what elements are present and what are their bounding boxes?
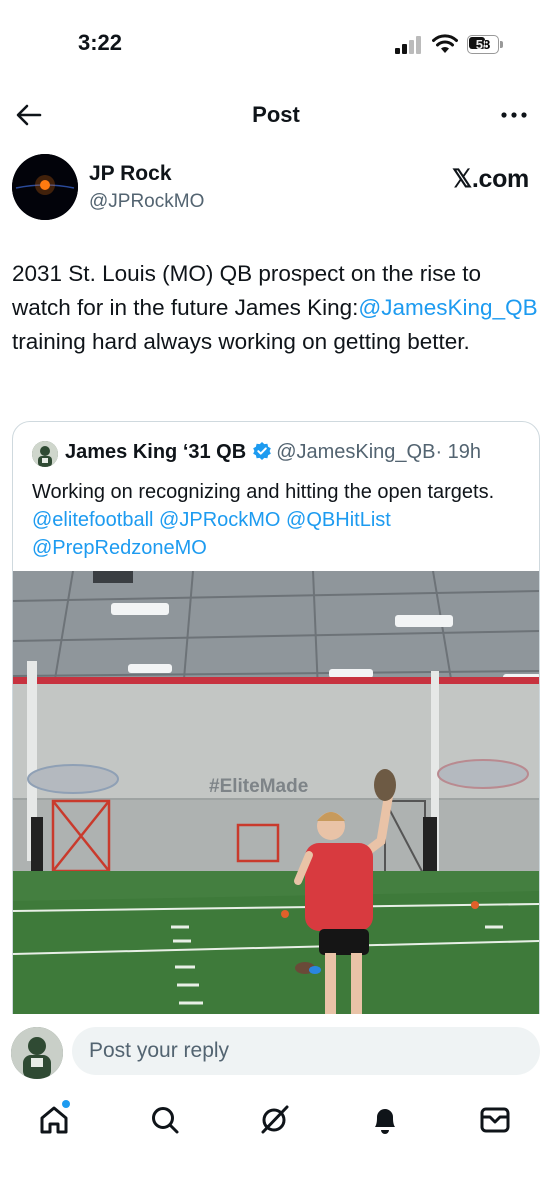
quote-text: Working on recognizing and hitting the o… [32,478,527,562]
more-options-icon[interactable] [494,98,534,132]
quote-mention-jprockmo[interactable]: @JPRockMO [159,509,280,531]
messages-icon[interactable] [473,1098,517,1142]
search-icon[interactable] [143,1098,187,1142]
video-wall-text: #EliteMade [209,776,309,797]
quote-mention-elitefootball[interactable]: @elitefootball [32,509,153,531]
author-avatar[interactable] [12,154,78,220]
x-com-label: 𝕏.com [452,165,529,193]
battery-icon: 58 [467,35,503,54]
quote-author-avatar [32,441,58,467]
page-title: Post [252,102,300,127]
reply-bar: Post your reply [0,1014,552,1084]
quote-timestamp: · 19h [435,441,482,463]
signal-icon [395,36,423,54]
post-mention-link[interactable]: @JamesKing_QB [358,295,537,320]
quote-text-body: Working on recognizing and hitting the o… [32,481,495,503]
battery-level: 58 [475,37,491,52]
author-name[interactable]: JP Rock [89,162,172,186]
quote-author-name: James King ‘31 QB [65,441,247,463]
quote-header: James King ‘31 QB @JamesKing_QB· 19h [65,441,481,464]
grok-icon[interactable] [253,1098,297,1142]
reply-user-avatar[interactable] [11,1027,63,1079]
quote-mention-prepredzonemo[interactable]: @PrepRedzoneMO [32,537,207,559]
quote-video[interactable]: #EliteMade [13,571,539,1040]
quote-mention-qbhitlist[interactable]: @QBHitList [286,509,391,531]
header: Post [0,92,552,140]
reply-input[interactable] [72,1027,540,1075]
status-time: 3:22 [78,30,123,55]
post-text: 2031 St. Louis (MO) QB prospect on the r… [12,257,542,359]
quote-author-handle: @JamesKing_QB [276,441,436,463]
verified-badge-icon [253,442,271,460]
notifications-icon[interactable] [363,1098,407,1142]
quoted-post-card[interactable]: James King ‘31 QB @JamesKing_QB· 19h Wor… [12,421,540,1041]
status-bar: 3:22 58 [0,0,552,92]
post-text-tail: training hard always working on getting … [12,329,470,354]
home-notification-dot [62,1100,70,1108]
wifi-icon [432,34,458,53]
author-handle[interactable]: @JPRockMO [89,191,204,213]
bottom-nav [0,1084,552,1200]
